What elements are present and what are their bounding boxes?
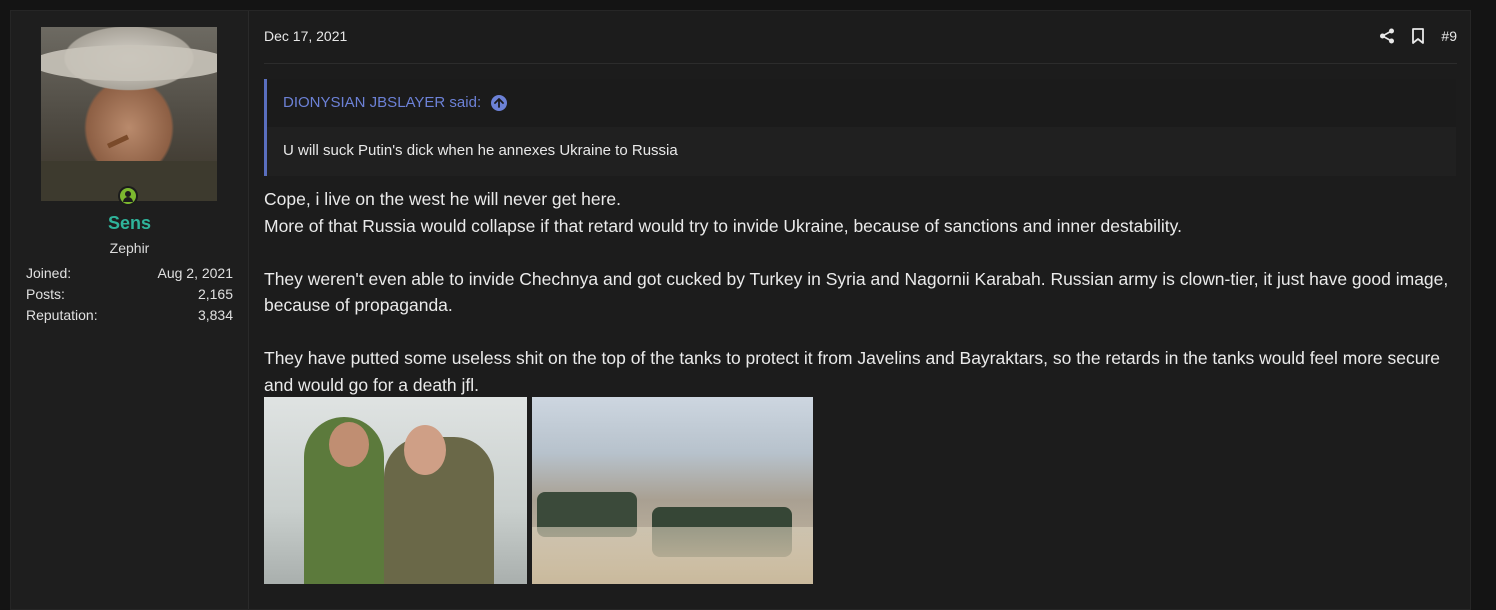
attached-images xyxy=(264,397,813,584)
divider xyxy=(264,63,1457,64)
message-body: Cope, i live on the west he will never g… xyxy=(264,186,1449,398)
message-line: Cope, i live on the west he will never g… xyxy=(264,189,621,209)
stat-value: Aug 2, 2021 xyxy=(157,265,233,281)
online-status-icon xyxy=(118,186,138,206)
post-number-link[interactable]: #9 xyxy=(1441,28,1457,44)
stat-label: Joined: xyxy=(26,265,72,281)
avatar-hat xyxy=(41,45,217,81)
stat-joined: Joined: Aug 2, 2021 xyxy=(26,263,233,284)
stat-value: 2,165 xyxy=(197,286,233,302)
user-sidebar: Sens Zephir Joined: Aug 2, 2021 Posts: 2… xyxy=(11,11,249,609)
stat-posts: Posts: 2,165 xyxy=(26,284,233,305)
post-container: Sens Zephir Joined: Aug 2, 2021 Posts: 2… xyxy=(10,10,1471,610)
quote-block: DIONYSIAN JBSLAYER said: U will suck Put… xyxy=(264,79,1456,176)
stat-label: Reputation: xyxy=(26,307,98,323)
stat-label: Posts: xyxy=(26,286,65,302)
stat-reputation: Reputation: 3,834 xyxy=(26,305,233,326)
quote-header: DIONYSIAN JBSLAYER said: xyxy=(267,79,1456,127)
image-tanks[interactable] xyxy=(532,397,813,584)
message-line: They have putted some useless shit on th… xyxy=(264,348,1441,395)
bookmark-icon[interactable] xyxy=(1411,28,1425,44)
quote-author-link[interactable]: DIONYSIAN JBSLAYER said: xyxy=(283,80,481,126)
share-icon[interactable] xyxy=(1379,28,1395,44)
avatar[interactable] xyxy=(41,27,217,201)
user-title: Zephir xyxy=(109,240,150,256)
message-line: They weren't even able to invide Chechny… xyxy=(264,268,1449,316)
image-soldiers[interactable] xyxy=(264,397,527,584)
post-header: Dec 17, 2021 #9 xyxy=(264,28,1457,50)
stat-value: 3,834 xyxy=(197,307,233,323)
user-stats: Joined: Aug 2, 2021 Posts: 2,165 Reputat… xyxy=(26,263,233,326)
post-date[interactable]: Dec 17, 2021 xyxy=(264,28,347,44)
message-line: More of that Russia would collapse if th… xyxy=(264,215,1182,236)
arrow-up-icon[interactable] xyxy=(491,95,508,111)
quote-text: U will suck Putin's dick when he annexes… xyxy=(267,127,1456,176)
username[interactable]: Sens xyxy=(11,213,248,234)
image-figure xyxy=(329,422,369,467)
avatar-cigar xyxy=(106,134,130,149)
post-actions: #9 xyxy=(1379,28,1457,44)
image-figure xyxy=(404,425,446,475)
image-dust xyxy=(532,527,813,584)
